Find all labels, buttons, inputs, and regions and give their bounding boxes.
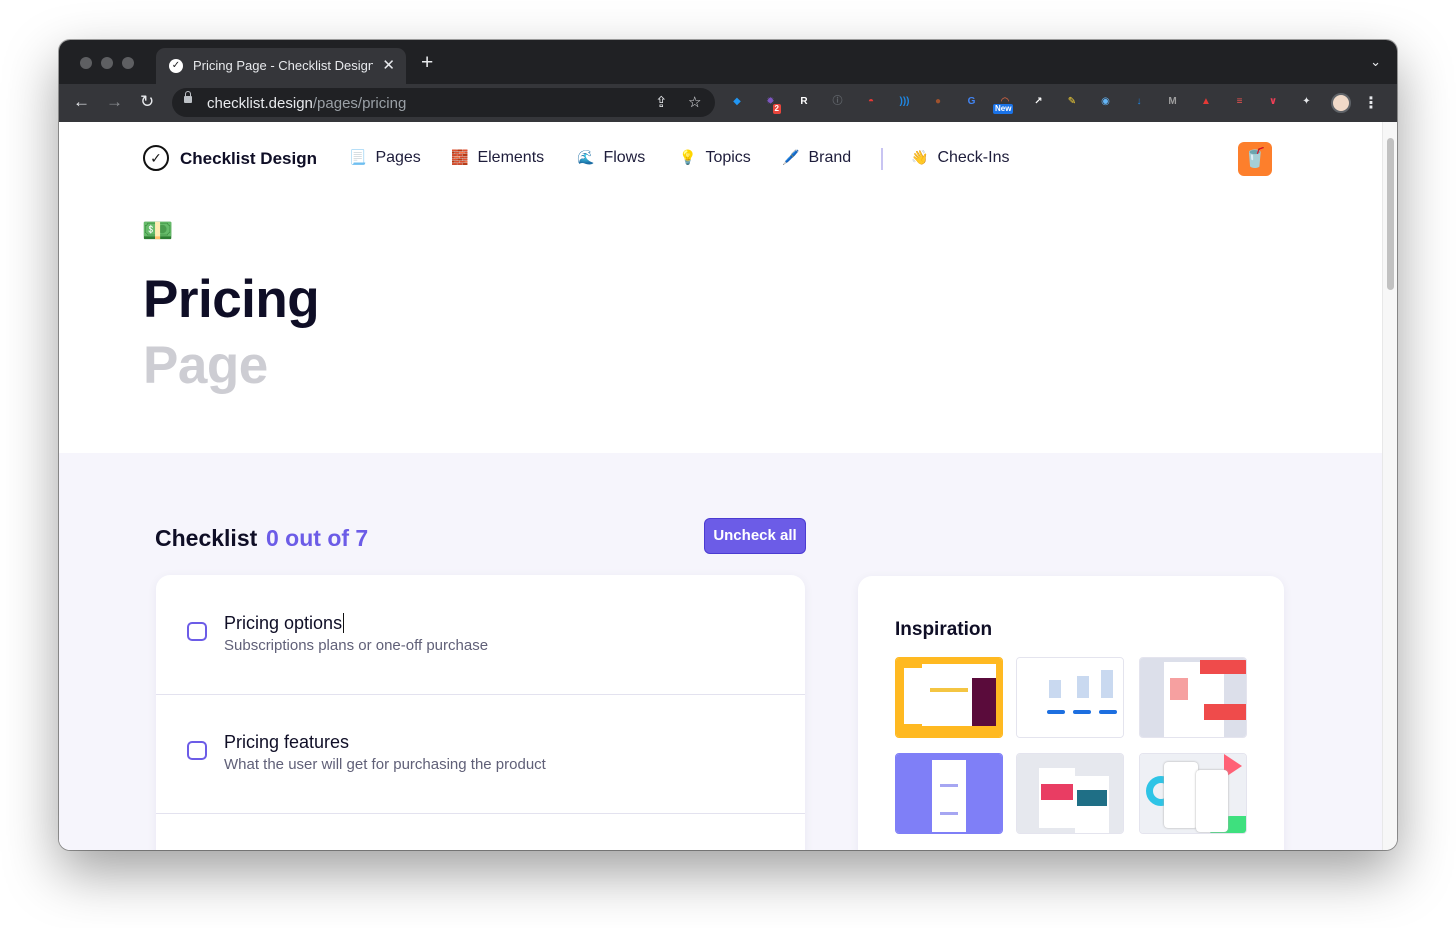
checklist-card: Pricing options Subscriptions plans or o…	[156, 575, 805, 850]
url-domain: checklist.design	[207, 95, 313, 112]
wave-icon: 🌊	[577, 149, 595, 165]
signal-extension-icon[interactable]: )))	[897, 94, 913, 110]
coffee-cup-icon[interactable]: 🥤	[1238, 142, 1272, 176]
item-description: What the user will get for purchasing th…	[224, 756, 546, 773]
nav-item-brand[interactable]: 🖊️ Brand	[782, 149, 851, 167]
inspiration-card: Inspiration	[858, 576, 1284, 850]
nav-divider	[881, 148, 883, 170]
text-cursor	[343, 613, 345, 633]
nav-item-pages[interactable]: 📃 Pages	[349, 149, 421, 167]
inspiration-thumb-yellow[interactable]	[895, 657, 1003, 738]
address-bar[interactable]: checklist.design/pages/pricing ⇪ ☆	[172, 88, 715, 117]
money-emoji-icon: 💵	[142, 217, 174, 245]
new-tab-icon[interactable]: +	[421, 52, 433, 73]
inspiration-thumb-buildings[interactable]	[1016, 657, 1124, 738]
nav-label: Check-Ins	[937, 149, 1010, 166]
lightbulb-icon: 💡	[679, 149, 697, 165]
new-badge: New	[993, 104, 1014, 114]
nav-item-flows[interactable]: 🌊 Flows	[577, 149, 645, 167]
page-content: ✓ Checklist Design 📃 Pages 🧱 Elements 🌊 Flo…	[59, 122, 1382, 850]
m-extension-icon[interactable]: M	[1165, 94, 1181, 110]
item-description: Subscriptions plans or one-off purchase	[224, 637, 489, 654]
inspiration-thumb-purple[interactable]	[895, 753, 1003, 834]
nav-item-check-ins[interactable]: 👋 Check-Ins	[911, 149, 1009, 167]
checklist-progress: 0 out of 7	[266, 525, 369, 551]
forward-arrow-icon[interactable]: →	[106, 92, 123, 112]
pocket-extension-icon[interactable]: ∨	[1265, 94, 1281, 110]
scroll-icon: 📃	[349, 149, 367, 165]
sapphire-extension-icon[interactable]: ◆	[729, 94, 745, 110]
close-tab-icon[interactable]: ✕	[382, 56, 395, 74]
inspiration-thumb-red[interactable]	[1139, 657, 1247, 738]
nav-label: Elements	[477, 149, 545, 166]
checklist-heading: Checklist	[155, 525, 258, 551]
checkmark-favicon-icon: ✓	[169, 59, 183, 73]
inspiration-heading: Inspiration	[895, 619, 993, 640]
pokeball-extension-icon[interactable]: ◓	[863, 94, 879, 110]
readwise-extension-icon[interactable]: R	[796, 94, 812, 110]
lock-icon	[184, 91, 192, 103]
browser-toolbar: ← → ↻ checklist.design/pages/pricing ⇪ ☆…	[59, 84, 1397, 122]
item-title: Pricing options	[224, 613, 345, 634]
pen-icon: 🖊️	[782, 149, 800, 165]
info-extension-icon[interactable]: ⓘ	[830, 94, 846, 110]
minimize-window-icon[interactable]	[101, 57, 113, 69]
nav-item-topics[interactable]: 💡 Topics	[679, 149, 751, 167]
nav-label: Brand	[808, 149, 852, 166]
nav-item-elements[interactable]: 🧱 Elements	[451, 149, 544, 167]
checkmark-logo-icon[interactable]: ✓	[143, 145, 169, 171]
rooster-extension-icon[interactable]: ▲	[1198, 94, 1214, 110]
checklist-item[interactable]: Pricing options Subscriptions plans or o…	[156, 575, 805, 695]
scrollbar-thumb[interactable]	[1387, 138, 1394, 290]
gear-star-extension-icon[interactable]: ✹ 2	[763, 94, 781, 114]
puzzle-extensions-icon[interactable]: ✦	[1299, 94, 1315, 110]
waving-hand-icon: 👋	[911, 149, 929, 165]
uncheck-all-button[interactable]: Uncheck all	[705, 519, 805, 553]
url-text: checklist.design/pages/pricing	[207, 95, 406, 112]
inspiration-thumb-mobile[interactable]	[1139, 753, 1247, 834]
checklist-section: Checklist 0 out of 7 Uncheck all Pricing…	[59, 453, 1382, 850]
monkey-extension-icon[interactable]: ●	[930, 94, 946, 110]
download-extension-icon[interactable]: ↓	[1131, 94, 1147, 110]
extension-badge: 2	[772, 104, 781, 114]
item-checkbox[interactable]	[187, 622, 207, 641]
inspiration-thumb-membership[interactable]	[1016, 753, 1124, 834]
page-subtitle: Page	[143, 336, 268, 395]
item-title: Pricing features	[224, 732, 350, 752]
nav-label: Topics	[705, 149, 751, 166]
profile-avatar[interactable]	[1331, 93, 1351, 113]
checklist-item[interactable]: Pricing features What the user will get …	[156, 694, 805, 814]
rainbow-extension-icon[interactable]: ◠ New	[993, 94, 1014, 114]
tab-strip: ✓ Pricing Page - Checklist Design ✕ + ⌄	[59, 40, 1397, 84]
page-title: Pricing	[143, 270, 320, 329]
bookmark-star-icon[interactable]: ☆	[688, 93, 701, 111]
brick-icon: 🧱	[451, 149, 469, 165]
item-title-text: Pricing options	[224, 613, 343, 633]
tab-title: Pricing Page - Checklist Design	[193, 58, 373, 73]
nav-label: Pages	[375, 149, 421, 166]
browser-tab-active[interactable]: ✓ Pricing Page - Checklist Design ✕	[156, 48, 406, 84]
compass-extension-icon[interactable]: ◉	[1098, 94, 1114, 110]
close-window-icon[interactable]	[80, 57, 92, 69]
nav-label: Flows	[603, 149, 646, 166]
browser-window: ✓ Pricing Page - Checklist Design ✕ + ⌄ …	[59, 40, 1397, 850]
vertical-scrollbar[interactable]	[1382, 122, 1397, 850]
more-menu-icon[interactable]: ⋮	[1363, 93, 1379, 113]
highlighter-extension-icon[interactable]: ✎	[1064, 94, 1080, 110]
share-icon[interactable]: ⇪	[655, 93, 668, 111]
brand-name[interactable]: Checklist Design	[180, 149, 317, 169]
todoist-extension-icon[interactable]: ≡	[1232, 94, 1248, 110]
google-translate-extension-icon[interactable]: G	[964, 94, 980, 110]
pencil-square-extension-icon[interactable]: ↗	[1031, 94, 1047, 110]
back-arrow-icon[interactable]: ←	[73, 92, 90, 112]
site-nav: ✓ Checklist Design 📃 Pages 🧱 Elements 🌊 Flo…	[59, 122, 1382, 196]
item-checkbox[interactable]	[187, 741, 207, 760]
chevron-down-icon[interactable]: ⌄	[1370, 54, 1381, 70]
url-path: /pages/pricing	[312, 95, 407, 112]
reload-icon[interactable]: ↻	[140, 92, 154, 112]
zoom-window-icon[interactable]	[122, 57, 134, 69]
